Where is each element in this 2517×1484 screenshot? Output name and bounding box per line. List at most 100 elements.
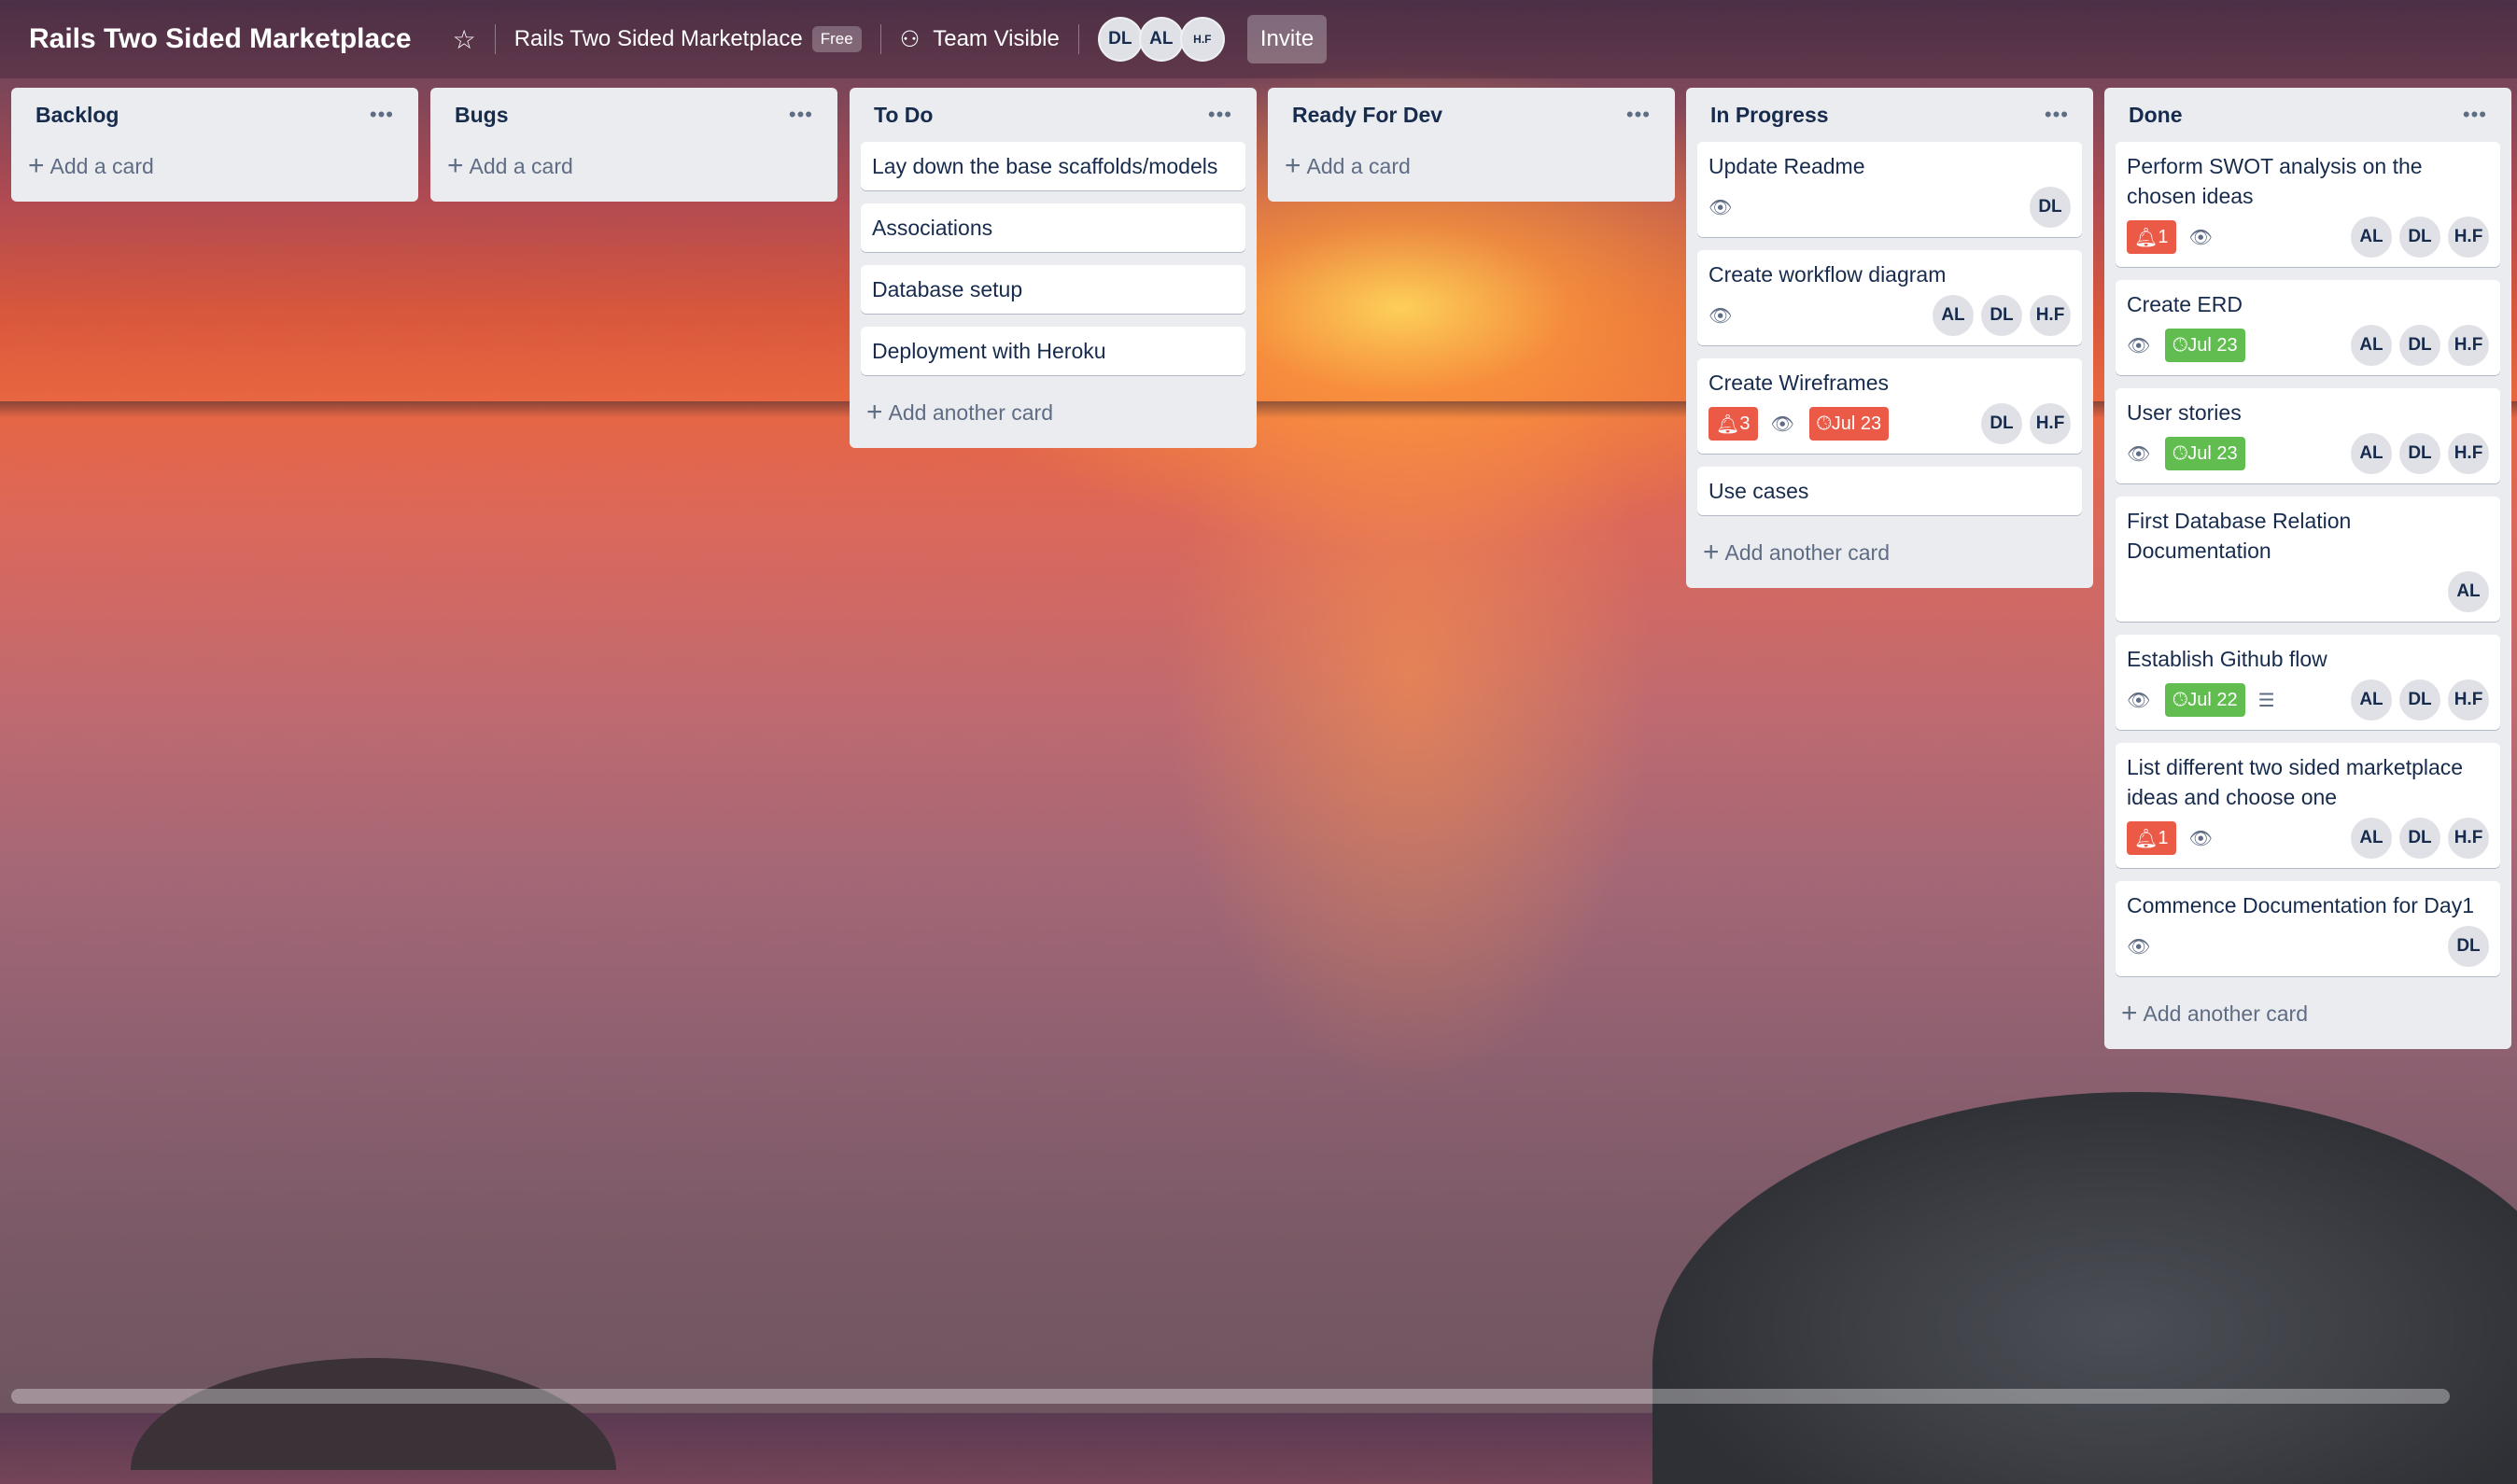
card[interactable]: Commence Documentation for Day1 👁︎ DL [2116,881,2500,976]
header-divider [879,24,881,54]
avatar[interactable]: AL [2351,325,2392,366]
board-title[interactable]: Rails Two Sided Marketplace [29,23,412,55]
list-title[interactable]: Bugs [455,103,509,128]
add-card-button[interactable]: + Add another card [2116,989,2500,1038]
card-badges: 🔔︎ 3 👁︎ 🕓︎ Jul 23 DL H.F [1708,403,2071,444]
avatar[interactable]: H.F [2448,679,2489,721]
due-date: Jul 23 [2187,334,2238,356]
avatar[interactable]: H.F [2448,217,2489,258]
avatar[interactable]: DL [1981,403,2022,444]
card[interactable]: Establish Github flow 👁︎ 🕓︎ Jul 22 ☰ AL DL H.F [2116,635,2500,730]
due-date-badge[interactable]: 🕓︎ Jul 22 [2165,683,2245,717]
more-icon[interactable]: ••• [2463,103,2487,127]
card[interactable]: User stories 👁︎ 🕓︎ Jul 23 AL DL H.F [2116,388,2500,483]
due-date-badge[interactable]: 🕓︎ Jul 23 [2165,329,2245,362]
eye-icon: 👁︎ [1708,305,1733,327]
alert-count: 1 [2158,226,2169,247]
visibility-button[interactable]: Team Visible [933,26,1060,52]
more-icon[interactable]: ••• [789,103,813,127]
card[interactable]: Lay down the base scaffolds/models [861,142,1245,190]
list-title[interactable]: Done [2129,103,2183,128]
invite-button[interactable]: Invite [1246,15,1328,63]
add-card-button[interactable]: + Add a card [22,142,407,190]
card-title: Associations [872,216,993,240]
list-header: In Progress ••• [1697,88,2082,142]
card-members: AL DL H.F [2343,217,2489,258]
background-rock [1652,1092,2517,1484]
list-title[interactable]: Backlog [35,103,119,128]
header-divider [494,24,496,54]
card[interactable]: Use cases [1697,467,2082,515]
avatar[interactable]: AL [1138,17,1184,62]
avatar[interactable]: H.F [2448,818,2489,859]
avatar[interactable]: H.F [2030,295,2071,336]
avatar[interactable]: AL [2448,571,2489,612]
more-icon[interactable]: ••• [370,103,394,127]
due-date-badge[interactable]: 🕓︎ Jul 23 [1808,407,1890,441]
add-card-button[interactable]: + Add another card [1697,528,2082,577]
add-card-button[interactable]: + Add a card [1279,142,1664,190]
list-title[interactable]: Ready For Dev [1292,103,1442,128]
list-header: To Do ••• [861,88,1245,142]
avatar[interactable]: DL [2448,926,2489,967]
eye-icon: 👁︎ [1708,197,1733,218]
avatar[interactable]: DL [2399,433,2440,474]
card[interactable]: List different two sided marketplace ide… [2116,743,2500,868]
card-title: Perform SWOT analysis on the chosen idea… [2127,154,2423,208]
clock-icon: 🕓︎ [2172,442,2188,464]
avatar[interactable]: DL [2399,679,2440,721]
card[interactable]: Database setup [861,265,1245,314]
card[interactable]: First Database Relation Documentation AL [2116,497,2500,622]
avatar[interactable]: DL [2399,818,2440,859]
star-icon[interactable]: ☆ [453,24,476,55]
alert-badge: 🔔︎ 1 [2127,821,2176,855]
alert-badge: 🔔︎ 1 [2127,220,2176,254]
avatar[interactable]: DL [1981,295,2022,336]
avatar[interactable]: AL [1933,295,1974,336]
avatar[interactable]: DL [2399,217,2440,258]
card-title: Create Wireframes [1708,371,1889,395]
plus-icon: + [447,150,464,181]
avatar[interactable]: AL [2351,433,2392,474]
card[interactable]: Associations [861,203,1245,252]
list-to-do: To Do ••• Lay down the base scaffolds/mode… [850,88,1257,448]
card[interactable]: Create ERD 👁︎ 🕓︎ Jul 23 AL DL H.F [2116,280,2500,375]
avatar[interactable]: H.F [2448,433,2489,474]
avatar[interactable]: DL [2399,325,2440,366]
list-title[interactable]: In Progress [1710,103,1829,128]
avatar[interactable]: H.F [2448,325,2489,366]
more-icon[interactable]: ••• [1626,103,1651,127]
workspace-name[interactable]: Rails Two Sided Marketplace [514,26,803,52]
card[interactable]: Deployment with Heroku [861,327,1245,375]
more-icon[interactable]: ••• [1208,103,1232,127]
eye-icon: 👁︎ [2127,335,2151,357]
plus-icon: + [2121,998,2138,1029]
card[interactable]: Create Wireframes 🔔︎ 3 👁︎ 🕓︎ Jul 23 DL H.F [1697,358,2082,454]
card-members: DL H.F [1974,403,2071,444]
add-card-button[interactable]: + Add another card [861,388,1245,437]
avatar[interactable]: DL [2030,187,2071,228]
card-members: AL DL H.F [2343,679,2489,721]
list-title[interactable]: To Do [874,103,933,128]
due-date-badge[interactable]: 🕓︎ Jul 23 [2165,437,2245,470]
card-badges: AL [2127,571,2489,612]
card[interactable]: Perform SWOT analysis on the chosen idea… [2116,142,2500,267]
avatar[interactable]: DL [1097,17,1143,62]
card-members: AL DL H.F [2343,433,2489,474]
add-card-label: Add a card [469,153,573,178]
card[interactable]: Update Readme 👁︎ DL [1697,142,2082,237]
bell-icon: 🔔︎ [2134,227,2158,248]
add-card-button[interactable]: + Add a card [442,142,826,190]
card-badges: 👁︎ DL [1708,187,2071,228]
card-badges: 👁︎ AL DL H.F [1708,295,2071,336]
card[interactable]: Create workflow diagram 👁︎ AL DL H.F [1697,250,2082,345]
header-divider [1077,24,1079,54]
avatar[interactable]: AL [2351,679,2392,721]
avatar[interactable]: H.F [2030,403,2071,444]
clock-icon: 🕓︎ [2172,334,2188,356]
horizontal-scrollbar[interactable] [11,1389,2450,1404]
avatar[interactable]: AL [2351,217,2392,258]
more-icon[interactable]: ••• [2045,103,2069,127]
avatar[interactable]: AL [2351,818,2392,859]
avatar[interactable]: H.F [1179,17,1225,62]
